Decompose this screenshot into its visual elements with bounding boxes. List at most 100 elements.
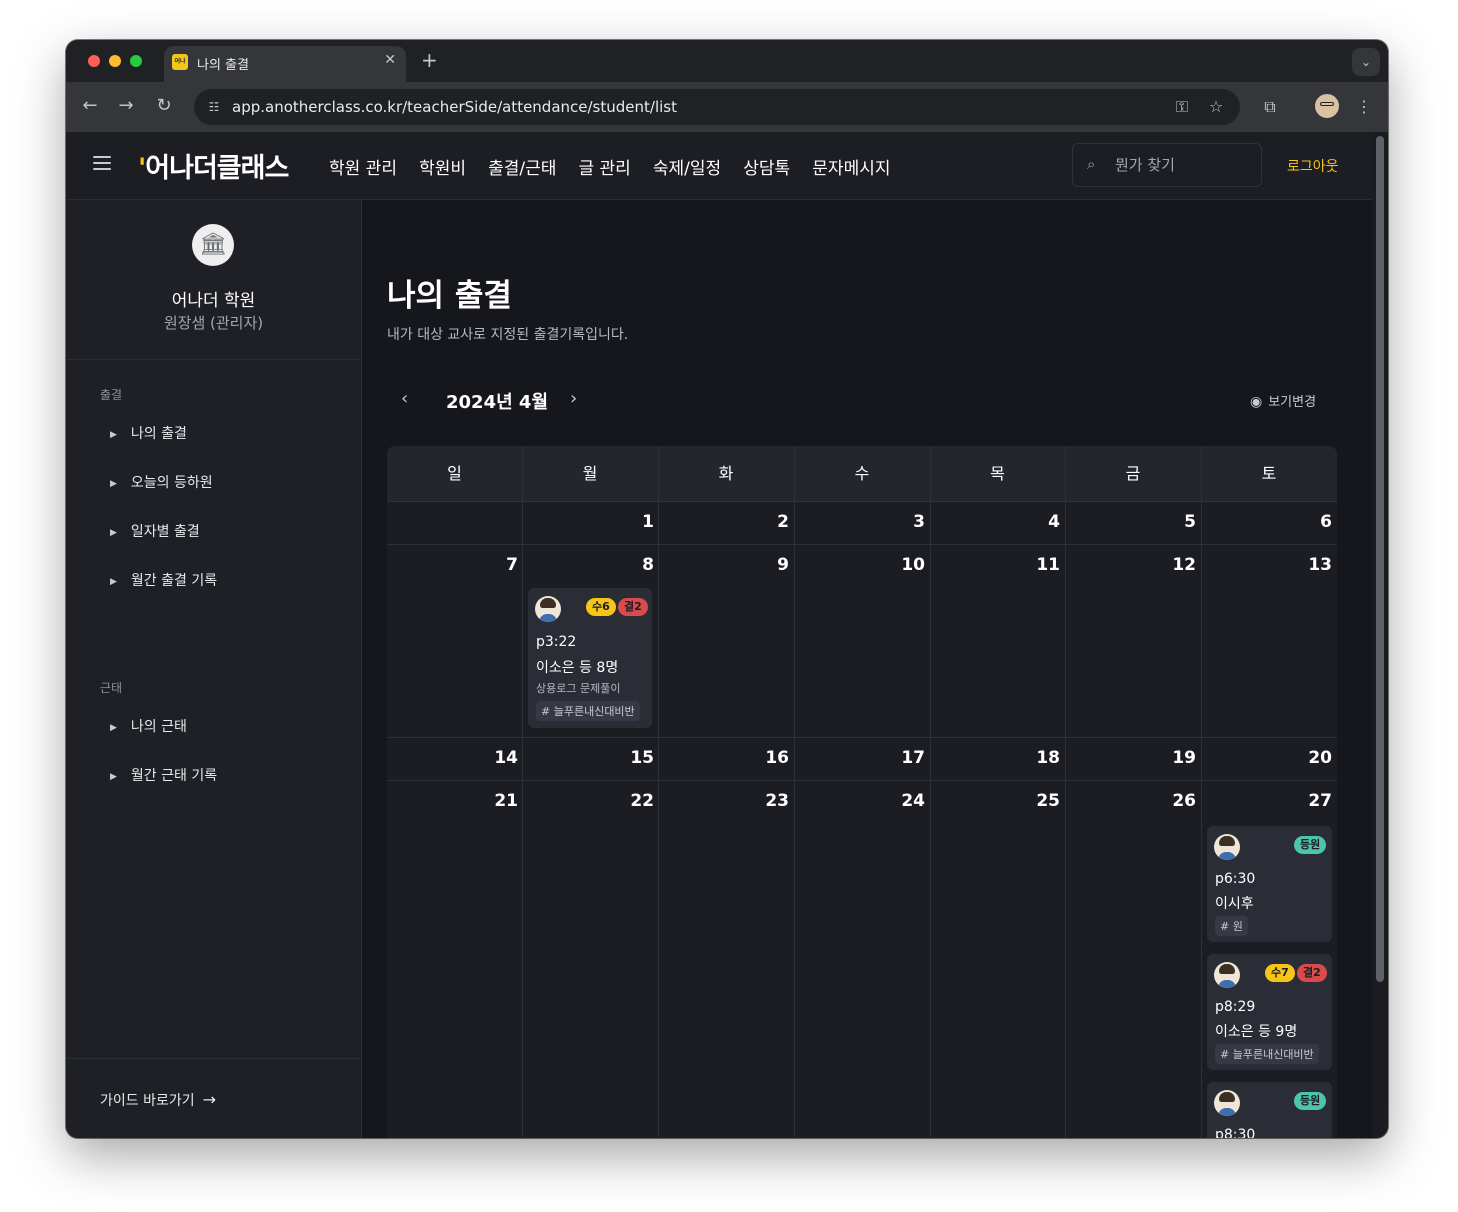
page-description: 내가 대상 교사로 지정된 출결기록입니다. [387, 327, 629, 343]
zoom-window-button[interactable] [130, 55, 142, 67]
day-number[interactable]: 2 [749, 512, 789, 532]
bookmark-star-icon[interactable]: ☆ [1206, 97, 1226, 117]
nav-counsel[interactable]: 상담톡 [743, 159, 790, 179]
day-number[interactable]: 12 [1156, 555, 1196, 575]
day-number[interactable]: 20 [1292, 748, 1332, 768]
profile-avatar-icon[interactable] [1315, 94, 1339, 118]
status-badge: 수7 [1265, 964, 1295, 982]
logo[interactable]: '어나더클래스 [138, 146, 289, 185]
more-menu-icon[interactable]: ⋮ [1352, 95, 1376, 119]
nav-tuition[interactable]: 학원비 [419, 159, 466, 179]
day-number[interactable]: 13 [1292, 555, 1332, 575]
day-number[interactable]: 8 [614, 555, 654, 575]
sidebar-divider [66, 359, 361, 360]
day-number[interactable]: 25 [1020, 791, 1060, 811]
guide-link[interactable]: 가이드 바로가기 → [100, 1090, 216, 1110]
day-number[interactable]: 27 [1292, 791, 1332, 811]
sidebar-item-monthly-work[interactable]: ▶ 월간 근태 기록 [110, 765, 217, 785]
day-number[interactable]: 14 [478, 748, 518, 768]
day-number[interactable]: 21 [478, 791, 518, 811]
day-number[interactable]: 7 [478, 555, 518, 575]
teacher-avatar [1214, 834, 1240, 860]
day-number[interactable]: 26 [1156, 791, 1196, 811]
weekday-tue: 화 [718, 464, 734, 483]
sidebar-item-daily-attendance[interactable]: ▶ 일자별 출결 [110, 521, 200, 541]
close-window-button[interactable] [88, 55, 100, 67]
teacher-avatar [535, 596, 561, 622]
sidebar-section-attendance: 출결 [100, 388, 123, 402]
url-text: app.anotherclass.co.kr/teacherSide/atten… [232, 98, 677, 116]
sidebar-item-monthly-attendance[interactable]: ▶ 월간 출결 기록 [110, 570, 217, 590]
sidebar-item-my-attendance[interactable]: ▶ 나의 출결 [110, 423, 187, 443]
event-time: p8:30 [1215, 1127, 1256, 1138]
day-number[interactable]: 23 [749, 791, 789, 811]
nav-posts[interactable]: 글 관리 [578, 159, 630, 179]
reload-icon[interactable]: ↻ [152, 94, 176, 118]
new-tab-icon[interactable]: + [421, 48, 438, 72]
forward-icon[interactable]: → [114, 94, 138, 118]
caret-right-icon: ▶ [110, 772, 117, 782]
page-title: 나의 출결 [387, 278, 512, 314]
app-header: '어나더클래스 학원 관리 학원비 출결/근태 글 관리 숙제/일정 상담톡 문… [66, 132, 1372, 200]
day-number[interactable]: 15 [614, 748, 654, 768]
minimize-window-button[interactable] [109, 55, 121, 67]
day-number[interactable]: 3 [885, 512, 925, 532]
day-number[interactable]: 5 [1156, 512, 1196, 532]
eye-icon: ◉ [1250, 394, 1263, 410]
logout-button[interactable]: 로그아웃 [1287, 156, 1339, 176]
nav-homework[interactable]: 숙제/일정 [653, 159, 721, 179]
site-settings-icon[interactable]: ☷ [204, 97, 224, 117]
scrollbar-thumb[interactable] [1376, 136, 1384, 982]
org-name: 어나더 학원 [171, 291, 256, 311]
sidebar-item-my-work[interactable]: ▶ 나의 근태 [110, 716, 187, 736]
status-badge: 등원 [1294, 1092, 1327, 1110]
weekday-wed: 수 [854, 464, 870, 483]
prev-month-chevron-icon[interactable]: ‹ [401, 388, 408, 409]
nav-sms[interactable]: 문자메시지 [812, 159, 890, 179]
attendance-event-card[interactable]: 등원 p6:30 이시후 # 원 [1207, 826, 1332, 942]
day-number[interactable]: 18 [1020, 748, 1060, 768]
status-badge: 결2 [1297, 964, 1327, 982]
day-number[interactable]: 16 [749, 748, 789, 768]
day-number[interactable]: 1 [614, 512, 654, 532]
view-change-button[interactable]: ◉ 보기변경 [1250, 391, 1316, 410]
grid-line [658, 446, 659, 1138]
nav-academy[interactable]: 학원 관리 [329, 159, 397, 179]
event-time: p3:22 [536, 634, 577, 650]
page-scrollbar[interactable] [1372, 132, 1388, 1138]
event-time: p8:29 [1215, 999, 1256, 1015]
attendance-event-card[interactable]: 등원 p8:30 [1207, 1082, 1332, 1138]
org-role: 원장샘 (관리자) [163, 314, 264, 332]
search-input[interactable] [1113, 153, 1247, 177]
hamburger-menu-icon[interactable] [93, 156, 111, 170]
grid-line [930, 446, 931, 1138]
nav-attendance[interactable]: 출결/근태 [488, 159, 556, 179]
close-tab-icon[interactable]: ✕ [384, 52, 396, 68]
attendance-event-card[interactable]: 수6 결2 p3:22 이소은 등 8명 상용로그 문제풀이 # 늘푸른내신대비… [528, 588, 652, 728]
day-number[interactable]: 11 [1020, 555, 1060, 575]
back-icon[interactable]: ← [78, 94, 102, 118]
extensions-icon[interactable]: ⧉ [1258, 95, 1282, 119]
browser-tab[interactable]: 어나 나의 출결 ✕ [164, 46, 406, 82]
address-bar[interactable]: ☷ app.anotherclass.co.kr/teacherSide/att… [194, 89, 1240, 125]
day-number[interactable]: 6 [1292, 512, 1332, 532]
next-month-chevron-icon[interactable]: › [570, 388, 577, 409]
password-key-icon[interactable]: ⚿ [1172, 97, 1192, 117]
attendance-event-card[interactable]: 수7 결2 p8:29 이소은 등 9명 # 늘푸른내신대비반 [1207, 954, 1332, 1070]
day-number[interactable]: 10 [885, 555, 925, 575]
day-number[interactable]: 24 [885, 791, 925, 811]
sidebar-bottom-divider [66, 1058, 361, 1059]
sidebar-item-today-checkin[interactable]: ▶ 오늘의 등하원 [110, 472, 213, 492]
status-badge: 결2 [618, 598, 648, 616]
day-number[interactable]: 4 [1020, 512, 1060, 532]
caret-right-icon: ▶ [110, 479, 117, 489]
main-nav: 학원 관리 학원비 출결/근태 글 관리 숙제/일정 상담톡 문자메시지 [329, 154, 908, 179]
grid-line [1201, 446, 1202, 1138]
caret-right-icon: ▶ [110, 577, 117, 587]
grid-line [1065, 446, 1066, 1138]
day-number[interactable]: 9 [749, 555, 789, 575]
day-number[interactable]: 17 [885, 748, 925, 768]
day-number[interactable]: 19 [1156, 748, 1196, 768]
day-number[interactable]: 22 [614, 791, 654, 811]
tab-search-chevron-icon[interactable]: ⌄ [1352, 48, 1380, 76]
